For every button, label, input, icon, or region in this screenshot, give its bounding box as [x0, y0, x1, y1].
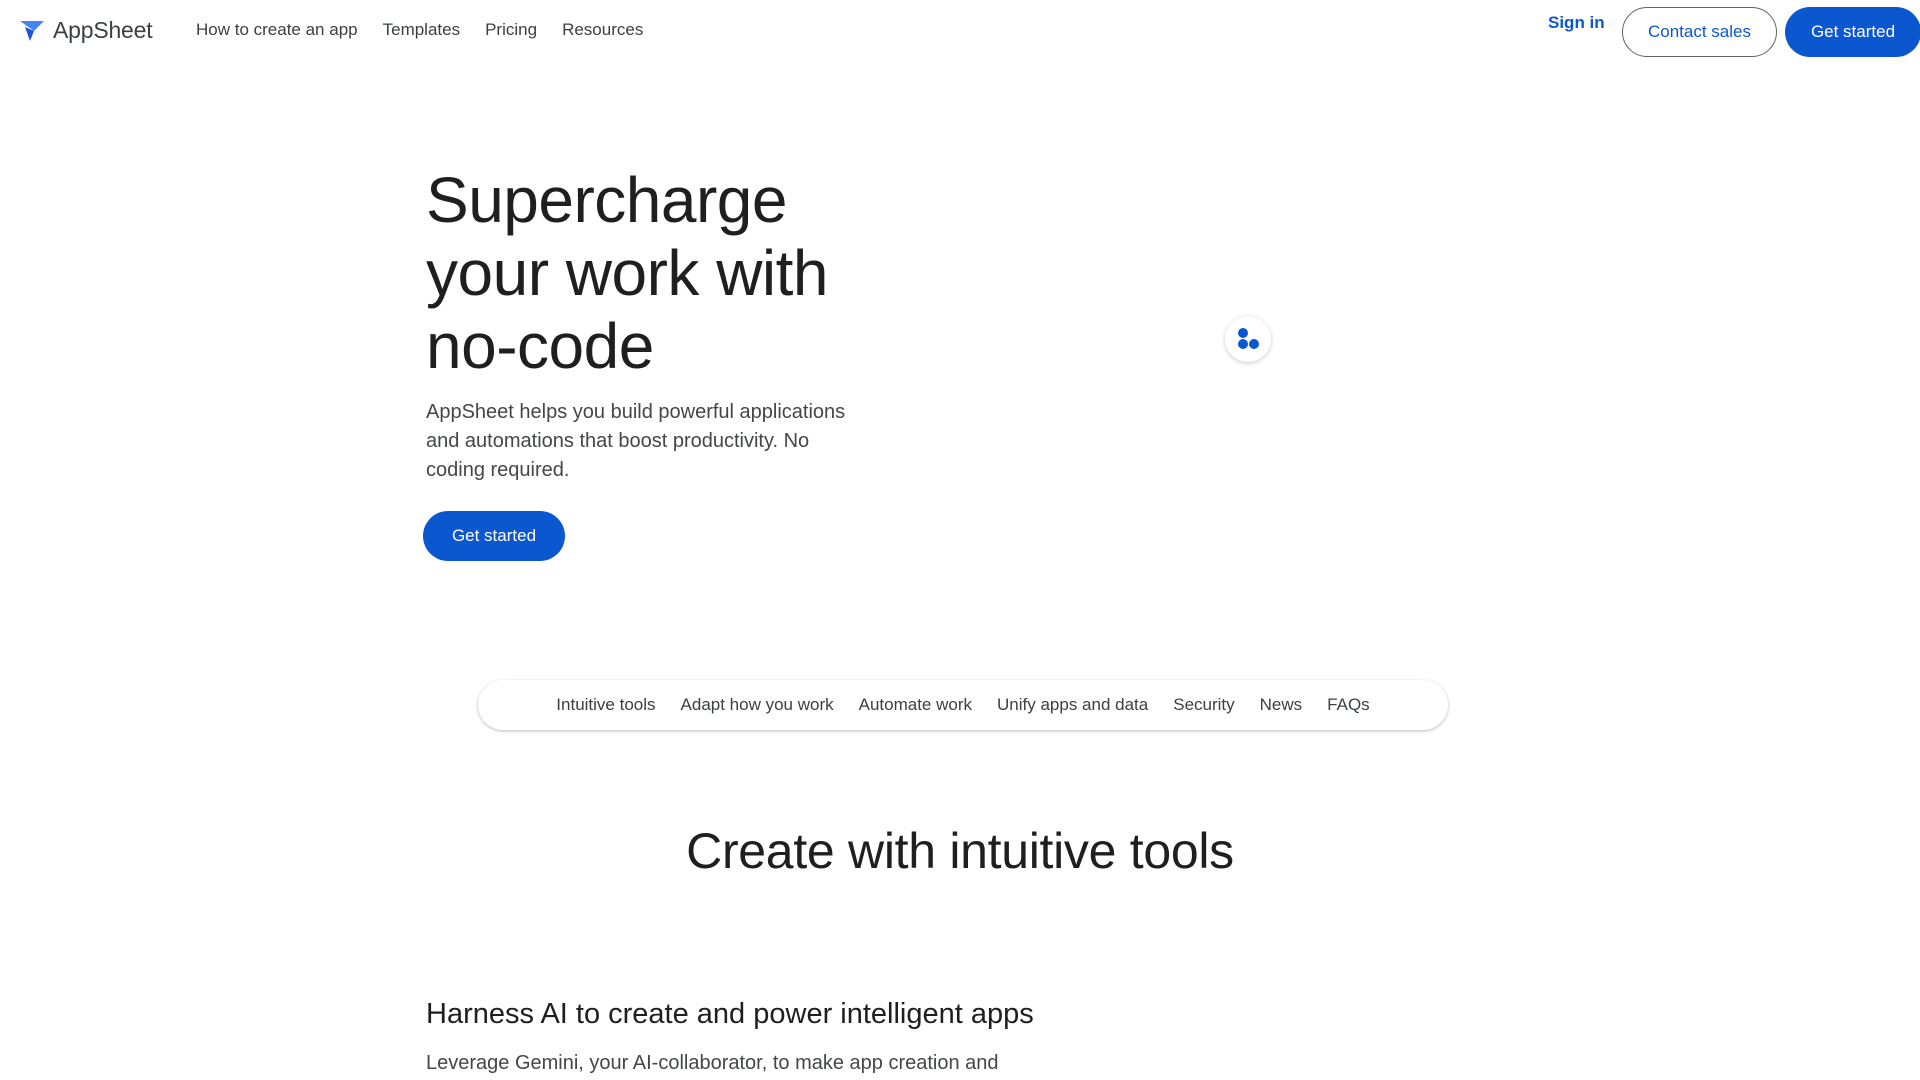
dots-cluster-icon [1238, 328, 1259, 349]
main-nav: How to create an app Templates Pricing R… [196, 20, 643, 40]
contact-sales-button[interactable]: Contact sales [1622, 7, 1777, 57]
section-link-unify[interactable]: Unify apps and data [997, 695, 1148, 715]
nav-link-resources[interactable]: Resources [562, 20, 643, 40]
section-link-adapt[interactable]: Adapt how you work [681, 695, 834, 715]
nav-link-templates[interactable]: Templates [383, 20, 460, 40]
site-header: AppSheet How to create an app Templates … [0, 0, 1920, 62]
section-link-automate[interactable]: Automate work [859, 695, 972, 715]
feature-description: Leverage Gemini, your AI-collaborator, t… [426, 1052, 999, 1074]
section-link-security[interactable]: Security [1173, 695, 1234, 715]
hero-subtitle: AppSheet helps you build powerful applic… [426, 401, 846, 481]
header-get-started-button[interactable]: Get started [1785, 7, 1920, 57]
section-link-faqs[interactable]: FAQs [1327, 695, 1370, 715]
section-nav: Intuitive tools Adapt how you work Autom… [478, 680, 1448, 730]
hero-get-started-button[interactable]: Get started [423, 511, 565, 561]
hero-title-line-1: Supercharge [426, 164, 787, 236]
section-title: Create with intuitive tools [686, 823, 1234, 879]
appsheet-logo[interactable]: AppSheet [19, 17, 153, 44]
section-link-news[interactable]: News [1260, 695, 1303, 715]
hero-title-line-3: no-code [426, 310, 654, 382]
feature-title: Harness AI to create and power intellige… [426, 998, 1034, 1030]
hero-title: Supercharge your work with no-code [426, 164, 896, 383]
hero-title-line-2: your work with [426, 237, 829, 309]
nav-link-pricing[interactable]: Pricing [485, 20, 537, 40]
logo-text: AppSheet [53, 17, 153, 43]
appsheet-logo-icon [20, 20, 44, 41]
sign-in-link[interactable]: Sign in [1548, 13, 1605, 33]
hero-media-badge[interactable] [1225, 316, 1271, 362]
section-link-intuitive-tools[interactable]: Intuitive tools [556, 695, 655, 715]
nav-link-how-to-create[interactable]: How to create an app [196, 20, 358, 40]
